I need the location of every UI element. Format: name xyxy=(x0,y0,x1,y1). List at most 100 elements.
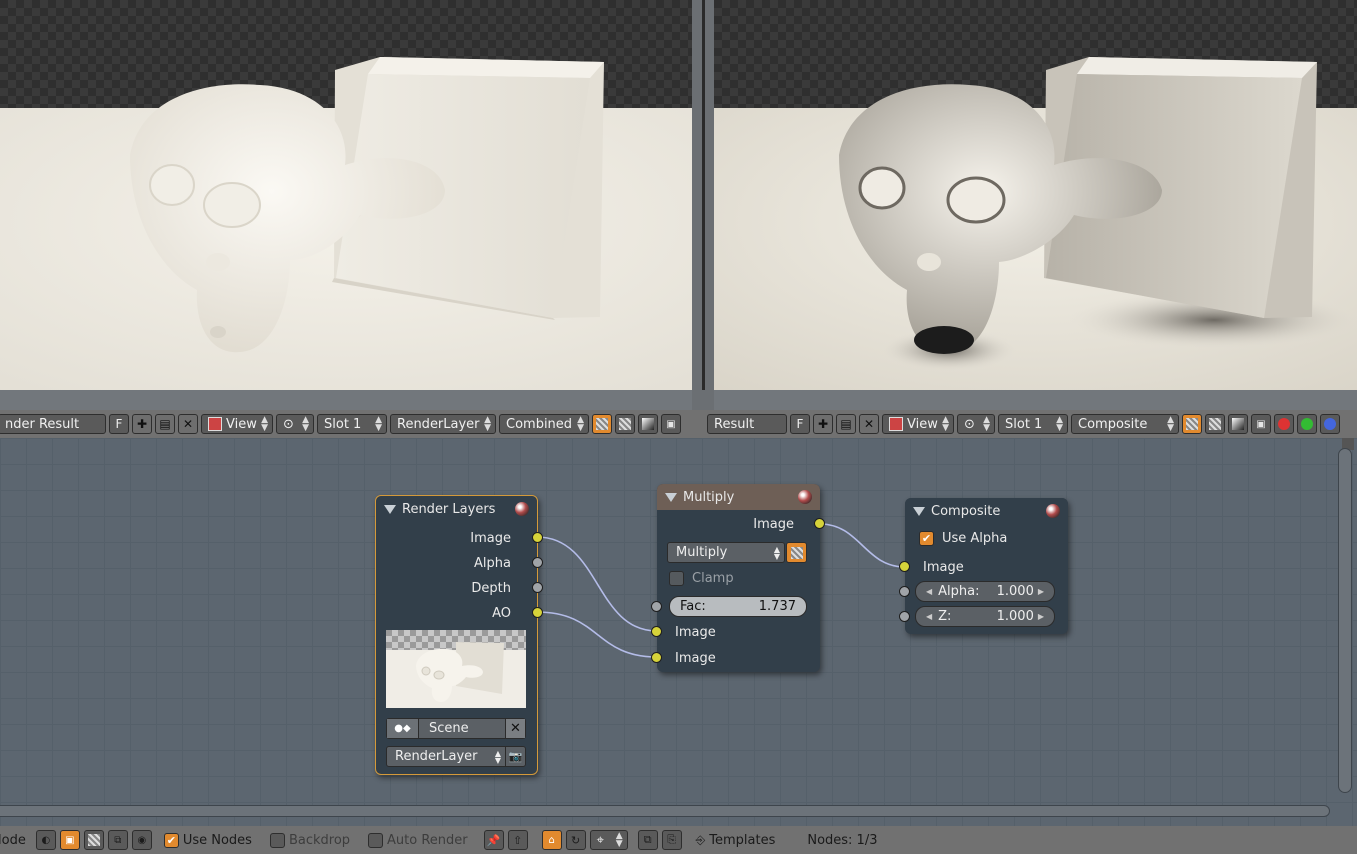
render-image-soft xyxy=(0,57,692,390)
open-image-button[interactable]: ▤ xyxy=(836,414,856,434)
slot-dropdown[interactable]: Slot 1 ▲ ▼ xyxy=(317,414,387,434)
draw-z-button[interactable] xyxy=(638,414,658,434)
socket-image-out[interactable] xyxy=(532,532,543,543)
auto-render-checkbox[interactable] xyxy=(368,832,384,848)
new-image-button[interactable]: ✚ xyxy=(813,414,833,434)
copy-nodes-button[interactable]: ⧉ xyxy=(637,830,658,850)
right-arrow-icon[interactable]: ▶ xyxy=(1038,587,1044,596)
socket-depth-out[interactable] xyxy=(532,582,543,593)
red-channel-button[interactable] xyxy=(1274,414,1294,434)
render-layer-selector[interactable]: RenderLayer ▲ ▼ 📷 xyxy=(386,746,526,767)
draw-alpha-button[interactable] xyxy=(1205,414,1225,434)
world-button[interactable]: ◉ xyxy=(131,830,152,850)
preview-sphere-icon[interactable] xyxy=(798,490,812,504)
pin-button[interactable]: 📌 xyxy=(483,830,504,850)
render-viewer-left[interactable] xyxy=(0,0,692,390)
fake-user-button[interactable]: F xyxy=(109,414,129,434)
vertical-scrollbar[interactable] xyxy=(1338,448,1352,793)
up-down-arrow-icon: ▲ ▼ xyxy=(983,415,990,433)
scene-selector[interactable]: ●◆ Scene ✕ xyxy=(386,718,526,739)
snap-mode-dropdown[interactable]: ⌖ ▲ ▼ xyxy=(589,830,628,850)
up-down-arrow-icon: ▲ ▼ xyxy=(773,544,780,561)
window-button[interactable]: ▣ xyxy=(1251,414,1271,434)
node-header[interactable]: Composite xyxy=(905,498,1068,524)
fake-user-button[interactable]: F xyxy=(790,414,810,434)
paste-nodes-button[interactable]: ⎘ xyxy=(661,830,682,850)
composite-node[interactable]: Composite ✔ Use Alpha Image ◀ Alpha: 1.0… xyxy=(899,498,1068,634)
editor-mode-label[interactable]: lode xyxy=(0,833,26,848)
render-pass-dropdown[interactable]: Combined ▲ ▼ xyxy=(499,414,589,434)
socket-image-in[interactable] xyxy=(899,561,910,572)
view-menu[interactable]: View ▲ ▼ xyxy=(201,414,273,434)
unlink-image-button[interactable]: ✕ xyxy=(178,414,198,434)
socket-image-in-2[interactable] xyxy=(651,652,662,663)
close-icon[interactable]: ✕ xyxy=(505,719,525,738)
draw-image-alpha-button[interactable] xyxy=(1182,414,1202,434)
socket-ao-out[interactable] xyxy=(532,607,543,618)
snap-element-button[interactable]: ↻ xyxy=(565,830,586,850)
image-name-field[interactable]: nder Result xyxy=(0,414,106,434)
world-icon: ◉ xyxy=(137,834,147,846)
render-layer-dropdown[interactable]: RenderLayer ▲ ▼ xyxy=(390,414,496,434)
use-alpha-checkbox[interactable]: ✔ xyxy=(919,530,934,546)
paste-icon: ⎘ xyxy=(667,833,677,846)
use-alpha-option[interactable]: ✔ Use Alpha xyxy=(919,528,1007,548)
node-editor-canvas[interactable]: Render Layers Image Alpha Depth AO ●◆ Sc… xyxy=(0,438,1357,826)
blue-channel-button[interactable] xyxy=(1320,414,1340,434)
new-image-button[interactable]: ✚ xyxy=(132,414,152,434)
slot-dropdown[interactable]: Slot 1 ▲ ▼ xyxy=(998,414,1068,434)
node-header[interactable]: Render Layers xyxy=(376,496,537,522)
clamp-option[interactable]: Clamp xyxy=(669,568,734,588)
blender-window: nder Result F ✚ ▤ ✕ View ▲ ▼ ⊙ ▲ ▼ Slot 1 … xyxy=(0,0,1357,854)
use-nodes-checkbox[interactable]: ✔ xyxy=(163,832,179,848)
socket-z-in[interactable] xyxy=(899,611,910,622)
shader-nodes-button[interactable]: ◐ xyxy=(35,830,56,850)
pivot-dropdown[interactable]: ⊙ ▲ ▼ xyxy=(276,414,314,434)
z-field[interactable]: ◀ Z: 1.000 ▶ xyxy=(915,606,1055,627)
templates-menu[interactable]: Templates xyxy=(709,833,775,848)
use-alpha-toggle[interactable] xyxy=(786,542,807,563)
clamp-checkbox[interactable] xyxy=(669,570,684,586)
draw-image-alpha-button[interactable] xyxy=(592,414,612,434)
draw-z-button[interactable] xyxy=(1228,414,1248,434)
blend-mode-dropdown[interactable]: Multiply ▲ ▼ xyxy=(667,542,785,563)
link-multiply-to-composite xyxy=(819,523,906,568)
collapse-triangle-icon[interactable] xyxy=(913,506,925,516)
layers-button[interactable]: ⧉ xyxy=(107,830,128,850)
render-layers-node[interactable]: Render Layers Image Alpha Depth AO ●◆ Sc… xyxy=(375,495,543,775)
view-menu[interactable]: View ▲ ▼ xyxy=(882,414,954,434)
pivot-dropdown[interactable]: ⊙ ▲ ▼ xyxy=(957,414,995,434)
green-channel-button[interactable] xyxy=(1297,414,1317,434)
open-image-button[interactable]: ▤ xyxy=(155,414,175,434)
node-header[interactable]: Multiply xyxy=(657,484,820,510)
red-dot-icon xyxy=(1278,418,1290,430)
right-arrow-icon[interactable]: ▶ xyxy=(1038,612,1044,621)
alpha-field[interactable]: ◀ Alpha: 1.000 ▶ xyxy=(915,581,1055,602)
up-down-arrow-icon: ▲ ▼ xyxy=(494,748,501,765)
collapse-triangle-icon[interactable] xyxy=(665,492,677,502)
unlink-image-button[interactable]: ✕ xyxy=(859,414,879,434)
render-icon[interactable]: 📷 xyxy=(505,747,525,766)
fac-slider[interactable]: Fac: 1.737 xyxy=(669,596,807,617)
render-viewer-right[interactable] xyxy=(714,0,1357,390)
preview-sphere-icon[interactable] xyxy=(515,502,529,516)
render-pass-dropdown[interactable]: Composite ▲ ▼ xyxy=(1071,414,1179,434)
image-name-field[interactable]: Result xyxy=(707,414,787,434)
window-button[interactable]: ▣ xyxy=(661,414,681,434)
horizontal-scrollbar[interactable] xyxy=(0,805,1330,817)
multiply-node[interactable]: Multiply Image Multiply ▲ ▼ Clamp Fac: 1.… xyxy=(651,484,825,672)
collapse-triangle-icon[interactable] xyxy=(384,504,396,514)
parent-node-tree-button[interactable]: ⇧ xyxy=(507,830,528,850)
backdrop-checkbox[interactable] xyxy=(269,832,285,848)
socket-alpha-out[interactable] xyxy=(532,557,543,568)
socket-image-in-1[interactable] xyxy=(651,626,662,637)
texture-nodes-button[interactable] xyxy=(83,830,104,850)
snap-button[interactable]: ⌂ xyxy=(541,830,562,850)
area-divider[interactable] xyxy=(692,0,714,390)
compositing-nodes-button[interactable]: ▣ xyxy=(59,830,80,850)
draw-alpha-button[interactable] xyxy=(615,414,635,434)
socket-alpha-in[interactable] xyxy=(899,586,910,597)
socket-image-out[interactable] xyxy=(814,518,825,529)
socket-fac-in[interactable] xyxy=(651,601,662,612)
preview-sphere-icon[interactable] xyxy=(1046,504,1060,518)
